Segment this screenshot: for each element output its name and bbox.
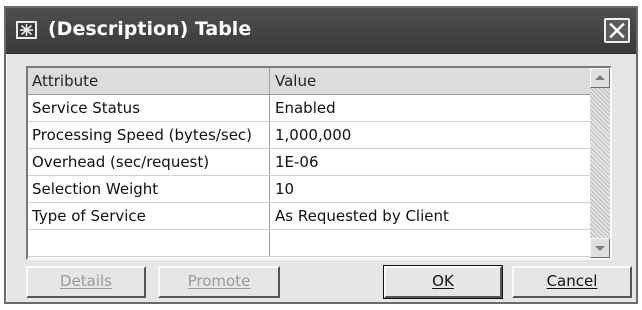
description-table-dialog: (Description) Table Attribute Value Serv… bbox=[4, 6, 638, 304]
cancel-button[interactable]: Cancel bbox=[512, 266, 632, 298]
details-button-label: Details bbox=[59, 272, 112, 290]
attribute-cell[interactable]: Overhead (sec/request) bbox=[28, 149, 270, 175]
value-cell[interactable]: 1,000,000 bbox=[271, 122, 590, 148]
promote-button-label: Promote bbox=[187, 272, 251, 290]
table-body: Attribute Value Service Status Enabled P… bbox=[28, 68, 590, 258]
table-row[interactable]: Service Status Enabled bbox=[28, 95, 590, 122]
cancel-button-label: Cancel bbox=[546, 272, 598, 290]
table-row[interactable]: Overhead (sec/request) 1E-06 bbox=[28, 149, 590, 176]
column-header-value[interactable]: Value bbox=[271, 68, 590, 94]
column-header-attribute[interactable]: Attribute bbox=[28, 68, 270, 94]
ok-button[interactable]: OK bbox=[383, 265, 503, 299]
scroll-down-button[interactable] bbox=[590, 238, 610, 258]
attribute-cell[interactable]: Service Status bbox=[28, 95, 270, 121]
table-row[interactable]: Type of Service As Requested by Client bbox=[28, 203, 590, 230]
attribute-cell[interactable] bbox=[28, 230, 270, 256]
window-title: (Description) Table bbox=[48, 18, 252, 40]
value-cell[interactable]: As Requested by Client bbox=[271, 203, 590, 229]
value-cell[interactable]: Enabled bbox=[271, 95, 590, 121]
value-cell[interactable]: 10 bbox=[271, 176, 590, 202]
promote-button[interactable]: Promote bbox=[158, 266, 280, 298]
arrow-up-icon bbox=[591, 69, 609, 87]
ok-button-label: OK bbox=[432, 272, 454, 290]
table-row-empty[interactable] bbox=[28, 230, 590, 257]
star-app-icon bbox=[16, 21, 37, 39]
value-cell[interactable] bbox=[271, 230, 590, 256]
arrow-down-icon bbox=[591, 239, 609, 257]
close-icon bbox=[606, 20, 628, 41]
attribute-cell[interactable]: Processing Speed (bytes/sec) bbox=[28, 122, 270, 148]
title-bar[interactable]: (Description) Table bbox=[6, 8, 636, 54]
details-button[interactable]: Details bbox=[26, 266, 146, 298]
table-header-row: Attribute Value bbox=[28, 68, 590, 95]
table-row[interactable]: Processing Speed (bytes/sec) 1,000,000 bbox=[28, 122, 590, 149]
attribute-cell[interactable]: Selection Weight bbox=[28, 176, 270, 202]
scroll-up-button[interactable] bbox=[590, 68, 610, 88]
attribute-cell[interactable]: Type of Service bbox=[28, 203, 270, 229]
table-row[interactable]: Selection Weight 10 bbox=[28, 176, 590, 203]
vertical-scrollbar[interactable] bbox=[590, 68, 610, 258]
value-cell[interactable]: 1E-06 bbox=[271, 149, 590, 175]
close-button[interactable] bbox=[604, 18, 630, 43]
attribute-table: Attribute Value Service Status Enabled P… bbox=[26, 66, 612, 260]
